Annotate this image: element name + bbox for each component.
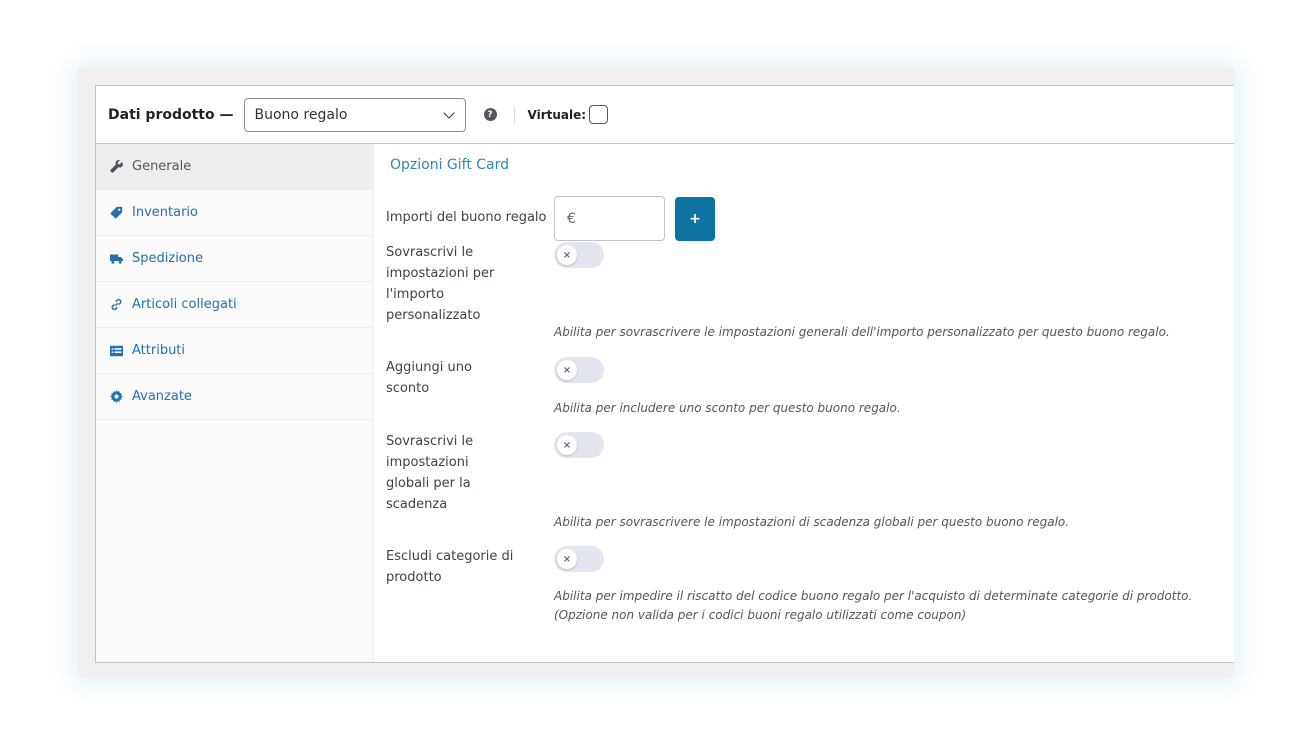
override-expiry-label: Sovrascrivi le impostazioni globali per …: [386, 434, 474, 512]
override-custom-amount-label: Sovrascrivi le impostazioni per l'import…: [386, 245, 495, 323]
tab-attributi[interactable]: Attributi: [96, 328, 373, 374]
product-data-tabs: Generale Inventario Spedizione Articoli …: [96, 144, 374, 662]
tab-label: Attributi: [132, 343, 186, 358]
add-discount-label: Aggiungi uno sconto: [386, 360, 472, 396]
tab-label: Generale: [132, 159, 192, 174]
header-divider: [513, 105, 515, 124]
exclude-categories-toggle[interactable]: ×: [554, 546, 604, 572]
tab-label: Inventario: [132, 205, 198, 220]
product-data-panel: Dati prodotto — Buono regalo ? Virtuale:…: [95, 85, 1234, 663]
override-custom-amount-description: Abilita per sovrascrivere le impostazion…: [554, 325, 1170, 339]
tab-avanzate[interactable]: Avanzate: [96, 374, 373, 420]
tab-inventario[interactable]: Inventario: [96, 190, 373, 236]
virtual-label: Virtuale:: [527, 107, 587, 122]
tab-spedizione[interactable]: Spedizione: [96, 236, 373, 282]
exclude-categories-description: Abilita per impedire il riscatto del cod…: [554, 587, 1194, 625]
section-title: Opzioni Gift Card: [390, 157, 510, 173]
currency-placeholder: €: [567, 210, 576, 227]
add-discount-toggle[interactable]: ×: [554, 357, 604, 383]
override-expiry-toggle[interactable]: ×: [554, 432, 604, 458]
tab-articoli-collegati[interactable]: Articoli collegati: [96, 282, 373, 328]
override-expiry-description: Abilita per sovrascrivere le impostazion…: [554, 515, 1070, 529]
tab-label: Spedizione: [132, 251, 203, 266]
list-icon: [110, 344, 123, 357]
close-icon: ×: [557, 549, 577, 569]
add-discount-description: Abilita per includere uno sconto per que…: [554, 401, 901, 415]
gift-card-options: Opzioni Gift Card Importi del buono rega…: [375, 144, 1234, 662]
exclude-categories-label: Escludi categorie di prodotto: [386, 549, 514, 585]
product-type-value: Buono regalo: [254, 106, 348, 123]
close-icon: ×: [557, 435, 577, 455]
tab-generale[interactable]: Generale: [96, 144, 373, 190]
link-icon: [110, 298, 123, 311]
panel-header: Dati prodotto — Buono regalo ? Virtuale:: [96, 86, 1234, 144]
chevron-down-icon: [442, 106, 455, 119]
question-circle-icon[interactable]: ?: [483, 108, 497, 121]
override-custom-amount-toggle[interactable]: ×: [554, 242, 604, 268]
gear-icon: [110, 390, 123, 403]
tab-label: Articoli collegati: [132, 297, 237, 312]
virtual-checkbox[interactable]: [589, 105, 609, 124]
close-icon: ×: [557, 360, 577, 380]
product-data-frame: Dati prodotto — Buono regalo ? Virtuale:…: [78, 68, 1234, 678]
amounts-label: Importi del buono regalo: [386, 210, 547, 225]
exclude-categories-description-text: Abilita per impedire il riscatto del cod…: [554, 589, 1193, 603]
wrench-icon: [110, 160, 123, 173]
tab-label: Avanzate: [132, 389, 192, 404]
close-icon: ×: [557, 245, 577, 265]
add-amount-button[interactable]: +: [675, 197, 715, 241]
truck-icon: [110, 252, 123, 265]
tag-icon: [110, 206, 123, 219]
exclude-categories-description-note: (Opzione non valida per i codici buoni r…: [554, 608, 967, 622]
product-type-select[interactable]: Buono regalo: [243, 97, 466, 132]
panel-title: Dati prodotto —: [108, 106, 234, 123]
amount-input[interactable]: €: [554, 196, 665, 241]
